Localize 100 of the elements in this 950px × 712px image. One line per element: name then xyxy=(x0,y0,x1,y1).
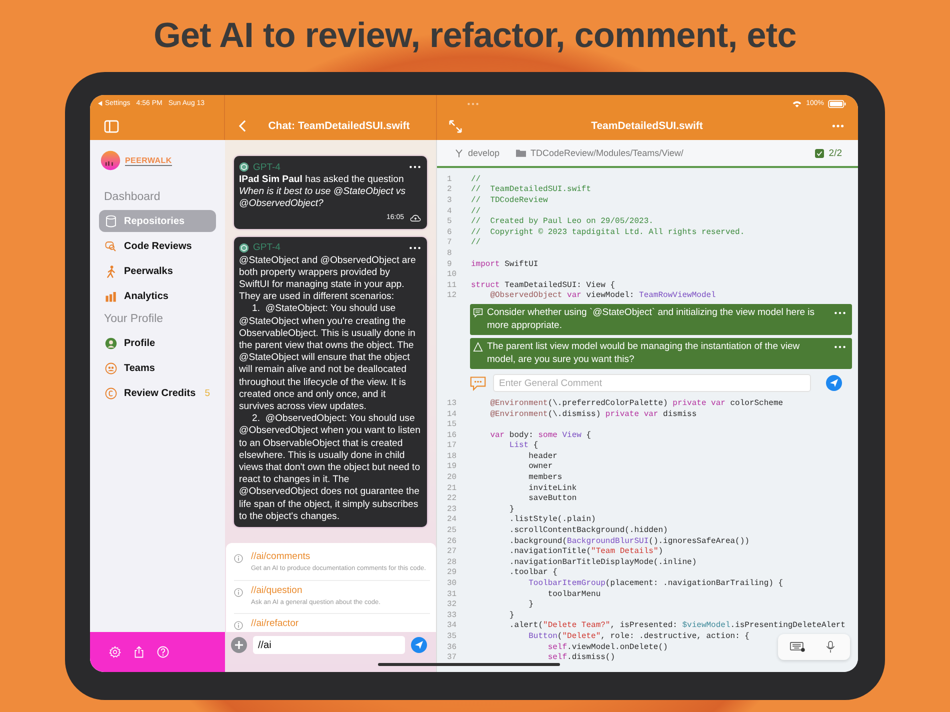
send-button[interactable] xyxy=(411,637,427,653)
command-name: //ai/refactor xyxy=(251,618,299,629)
code-line: // Created by Paul Leo on 29/05/2023. xyxy=(471,217,654,226)
code-line: inviteLink xyxy=(528,484,577,493)
code-line: struct TeamDetailedSUI: View { xyxy=(471,280,616,290)
message-list-item: 1. @StateObject: You should use @StateObject when you're creating the ObservableObject. This is usually done in the parent view that owns the object. The @StateObject will ensure that the object will remain alive and not be deallocated throughout the lifecycle of the view. It is created once and only once, and it survives across view updates. xyxy=(239,303,416,414)
line-number: 27 xyxy=(447,547,458,556)
branch-icon xyxy=(455,148,463,158)
command-name: //ai/comments xyxy=(251,551,312,562)
sidebar-item[interactable]: Review Credits 5 xyxy=(99,382,216,404)
settings-icon[interactable] xyxy=(109,646,121,658)
line-number: 11 xyxy=(447,280,458,290)
code-line: List { xyxy=(508,441,538,450)
code-line: self.viewModel.onDelete() xyxy=(546,642,668,652)
line-number: 25 xyxy=(447,526,458,536)
info-icon xyxy=(234,554,243,563)
command-name: //ai/question xyxy=(251,584,304,596)
branch-name[interactable]: develop xyxy=(468,148,500,158)
line-number: 28 xyxy=(447,558,458,567)
line-number: 21 xyxy=(447,484,458,493)
code-line: toolbarMenu xyxy=(546,590,601,599)
line-number: 2 xyxy=(447,185,453,194)
line-number: 16 xyxy=(447,430,458,440)
speech-bubble-icon xyxy=(470,376,486,391)
code-line: @Environment(\.dismiss) private var dismiss xyxy=(489,410,697,419)
comment-text: Consider whether using `@StateObject` and initializing the view model here is more appropriate. xyxy=(487,307,816,332)
code-line: header xyxy=(528,452,558,461)
line-number: 1 xyxy=(447,174,453,184)
line-number: 8 xyxy=(447,248,453,258)
comment-text: The parent list view model would be managing the instantiation of the view model, are you sure you want this? xyxy=(487,341,801,366)
line-number: 9 xyxy=(447,260,453,269)
line-number: 34 xyxy=(447,621,458,630)
logo-wordmark: PEERWALK xyxy=(125,156,172,166)
comment-input[interactable]: Enter General Comment xyxy=(493,374,811,392)
line-number: 18 xyxy=(447,452,458,461)
line-number: 15 xyxy=(447,420,458,430)
line-number: 10 xyxy=(447,270,458,280)
line-number: 26 xyxy=(447,536,458,546)
editor-title: TeamDetailedSUI.swift xyxy=(590,120,704,132)
code-line: .toolbar { xyxy=(508,568,558,578)
sidebar-item[interactable]: Profile xyxy=(99,332,216,354)
more-icon[interactable] xyxy=(409,165,421,169)
help-icon[interactable] xyxy=(157,646,169,658)
more-icon[interactable] xyxy=(409,246,421,250)
code-line: .alert("Delete Team?", isPresented: $viewModel.isPresentingDeleteAlert xyxy=(508,621,846,630)
sidebar-toggle-icon[interactable] xyxy=(104,120,119,132)
code-line: var body: some View { xyxy=(489,430,592,440)
sidebar-item[interactable]: Code Reviews xyxy=(99,235,216,257)
line-number: 36 xyxy=(447,642,458,652)
line-number: 5 xyxy=(447,217,453,226)
chat-title: Chat: TeamDetailedSUI.swift xyxy=(267,120,411,132)
line-number: 12 xyxy=(447,291,458,300)
code-line: .listStyle(.plain) xyxy=(508,515,596,524)
line-number: 19 xyxy=(447,462,458,472)
message-input[interactable]: //ai xyxy=(253,636,405,654)
avatar-icon xyxy=(105,336,117,350)
code-line: // xyxy=(471,206,481,216)
code-line: } xyxy=(508,610,514,620)
section-heading: Dashboard xyxy=(104,191,162,203)
line-number: 30 xyxy=(447,579,458,588)
line-number: 24 xyxy=(447,515,458,524)
ai-logo-icon xyxy=(239,162,249,172)
line-number: 17 xyxy=(447,441,458,450)
back-triangle-icon xyxy=(98,101,103,106)
sidebar-item[interactable]: Analytics xyxy=(99,285,216,307)
code-line: .scrollContentBackground(.hidden) xyxy=(508,526,668,536)
line-number: 20 xyxy=(447,473,458,482)
keyboard-icon[interactable] xyxy=(790,641,805,653)
send-button[interactable] xyxy=(826,375,842,392)
line-number: 32 xyxy=(447,600,458,610)
sidebar-item[interactable]: Teams xyxy=(99,357,216,379)
code-line: import SwiftUI xyxy=(471,260,538,269)
line-number: 37 xyxy=(447,653,458,662)
message-text: IPad Sim Paul has asked the question When is it best to use @StateObject vs @ObservedObject? xyxy=(239,174,407,211)
line-number: 35 xyxy=(447,632,458,641)
code-line: ToolbarItemGroup(placement: .navigationBarTrailing) { xyxy=(528,579,784,588)
sidebar-item[interactable]: Peerwalks xyxy=(99,260,216,282)
code-line: } xyxy=(508,504,514,514)
share-icon[interactable] xyxy=(133,646,145,658)
headline: Get AI to review, refactor, comment, etc xyxy=(154,15,796,57)
back-chevron-icon[interactable] xyxy=(239,120,246,132)
expand-icon[interactable] xyxy=(449,120,462,132)
cloud-icon xyxy=(410,214,421,222)
folder-icon xyxy=(516,149,526,157)
code-line: @Environment(\.preferredColorPalette) private var colorScheme xyxy=(489,398,784,408)
code-line: // xyxy=(471,174,481,184)
code-line: members xyxy=(528,473,562,482)
code-line: .background(BackgroundBlurSUI().ignoresSafeArea()) xyxy=(508,536,750,546)
multitask-dots-icon[interactable] xyxy=(467,102,479,106)
file-path: TDCodeReview/Modules/Teams/View/ xyxy=(530,148,684,158)
coin-icon xyxy=(105,386,117,400)
add-button[interactable] xyxy=(231,637,247,653)
wifi-icon xyxy=(792,100,802,108)
message-text: @StateObject and @ObservedObject are both property wrappers provided by SwiftUI for managing state in your app. They are used in different scenarios: xyxy=(239,254,417,304)
code-line: // TeamDetailedSUI.swift xyxy=(471,185,592,194)
code-line: // xyxy=(471,238,481,248)
battery-icon xyxy=(828,100,846,108)
line-number: 29 xyxy=(447,568,458,578)
ai-logo-icon xyxy=(239,242,249,253)
comment-icon xyxy=(473,308,483,318)
